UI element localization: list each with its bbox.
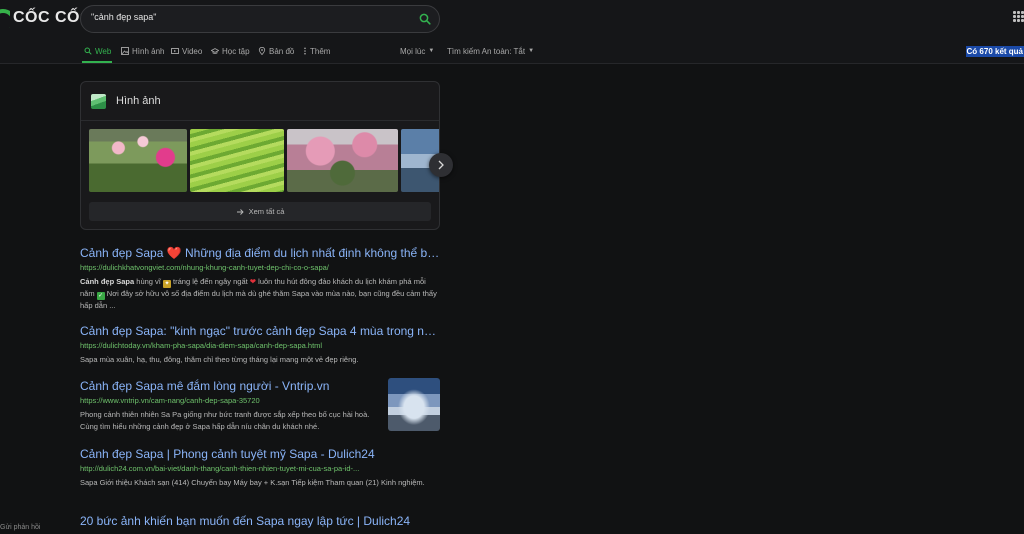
chevron-down-icon: ▼ xyxy=(528,48,535,54)
chevron-down-icon: ▼ xyxy=(428,48,435,54)
search-icon[interactable] xyxy=(419,13,431,25)
graduation-cap-icon xyxy=(211,48,219,54)
image-icon xyxy=(121,47,129,55)
result-thumbnail[interactable] xyxy=(388,378,440,431)
check-mark-icon: ✓ xyxy=(96,292,105,300)
search-result: Cảnh đẹp Sapa mê đắm lòng người - Vntrip… xyxy=(80,379,440,433)
images-card: Hình ảnh Xem tất cả xyxy=(80,81,440,230)
result-snippet: Sapa mùa xuân, hạ, thu, đông, thăm chỉ t… xyxy=(80,355,359,364)
arrow-right-icon xyxy=(236,208,244,215)
result-url[interactable]: http://dulich24.com.vn/bai-viet/danh-tha… xyxy=(80,464,440,473)
result-snippet: Cảnh đẹp Sapa hùng vĩ ✦ tráng lệ đến ngâ… xyxy=(80,277,437,310)
result-text-column: Cảnh đẹp Sapa mê đắm lòng người - Vntrip… xyxy=(80,379,380,433)
image-thumbnail[interactable] xyxy=(190,129,284,192)
emoji-icon: ✦ xyxy=(162,280,171,288)
snippet-highlight: Cảnh đẹp Sapa xyxy=(80,277,135,286)
images-card-header[interactable]: Hình ảnh xyxy=(81,82,439,121)
tab-video[interactable]: Video xyxy=(171,45,202,57)
result-count: Có 670 kết quả xyxy=(965,46,1024,57)
coccoc-logo-icon xyxy=(0,8,10,28)
safe-search-label: Tìm kiếm An toàn: Tắt xyxy=(447,46,526,56)
search-result: Cảnh đẹp Sapa: "kinh ngạc" trước cảnh đẹ… xyxy=(80,324,440,366)
tab-images-label: Hình ảnh xyxy=(132,46,165,56)
search-result: Cảnh đẹp Sapa ❤️ Những địa điểm du lịch … xyxy=(80,246,440,312)
send-feedback-link[interactable]: Gửi phản hồi xyxy=(0,524,41,531)
search-icon xyxy=(84,47,92,55)
tab-images[interactable]: Hình ảnh xyxy=(121,45,164,57)
result-title-link[interactable]: Cảnh đẹp Sapa ❤️ Những địa điểm du lịch … xyxy=(80,246,440,260)
search-result: Cảnh đẹp Sapa | Phong cảnh tuyệt mỹ Sapa… xyxy=(80,447,440,489)
more-vertical-icon xyxy=(304,47,306,55)
coccoc-logo[interactable]: CỐC CỐC xyxy=(0,7,92,29)
tab-web[interactable]: Web xyxy=(84,45,111,57)
active-tab-underline xyxy=(82,61,112,63)
image-thumbnail[interactable] xyxy=(89,129,187,192)
result-title-link[interactable]: Cảnh đẹp Sapa | Phong cảnh tuyệt mỹ Sapa… xyxy=(80,447,440,461)
image-icon xyxy=(91,94,106,109)
apps-grid-icon[interactable] xyxy=(1013,11,1024,22)
tab-video-label: Video xyxy=(182,46,203,56)
map-pin-icon xyxy=(258,47,266,55)
result-url[interactable]: https://www.vntrip.vn/cam-nang/canh-dep-… xyxy=(80,396,380,405)
time-filter-label: Mọi lúc xyxy=(400,46,426,56)
see-all-images-button[interactable]: Xem tất cả xyxy=(89,202,431,221)
tab-study[interactable]: Học tập xyxy=(211,45,250,57)
result-url[interactable]: https://dulichkhatvongviet.com/nhung-khu… xyxy=(80,263,440,272)
result-title-link[interactable]: Cảnh đẹp Sapa mê đắm lòng người - Vntrip… xyxy=(80,379,380,393)
video-icon xyxy=(171,48,179,54)
image-thumbnails xyxy=(89,129,439,192)
search-tabs-bar: Web Hình ảnh Video Học tập Bản đồ Thêm M… xyxy=(0,38,1024,64)
result-title-link[interactable]: 20 bức ảnh khiến bạn muốn đến Sapa ngay … xyxy=(80,514,440,528)
result-title-link[interactable]: Cảnh đẹp Sapa: "kinh ngạc" trước cảnh đẹ… xyxy=(80,324,440,338)
result-snippet: Sapa Giới thiệu Khách sạn (414) Chuyến b… xyxy=(80,478,425,487)
result-url[interactable]: https://dulichtoday.vn/kham-pha-sapa/dia… xyxy=(80,341,440,350)
see-all-label: Xem tất cả xyxy=(248,207,285,216)
tab-more-label: Thêm xyxy=(310,46,331,56)
search-input[interactable] xyxy=(91,12,411,22)
images-card-title: Hình ảnh xyxy=(116,95,161,107)
result-snippet: Phong cảnh thiên nhiên Sa Pa giống như b… xyxy=(80,410,370,431)
time-filter-dropdown[interactable]: Mọi lúc ▼ xyxy=(400,45,434,57)
search-result: 20 bức ảnh khiến bạn muốn đến Sapa ngay … xyxy=(80,514,440,528)
tab-web-label: Web xyxy=(95,46,112,56)
carousel-next-button[interactable] xyxy=(429,153,453,177)
tab-maps[interactable]: Bản đồ xyxy=(258,45,294,57)
top-bar: CỐC CỐC xyxy=(0,0,1024,38)
search-box[interactable] xyxy=(80,5,440,33)
tab-more[interactable]: Thêm xyxy=(303,45,330,57)
safe-search-dropdown[interactable]: Tìm kiếm An toàn: Tắt ▼ xyxy=(447,45,534,57)
image-thumbnail[interactable] xyxy=(287,129,398,192)
chevron-right-icon xyxy=(438,160,444,170)
tab-maps-label: Bản đồ xyxy=(269,46,295,56)
tab-study-label: Học tập xyxy=(222,46,250,56)
